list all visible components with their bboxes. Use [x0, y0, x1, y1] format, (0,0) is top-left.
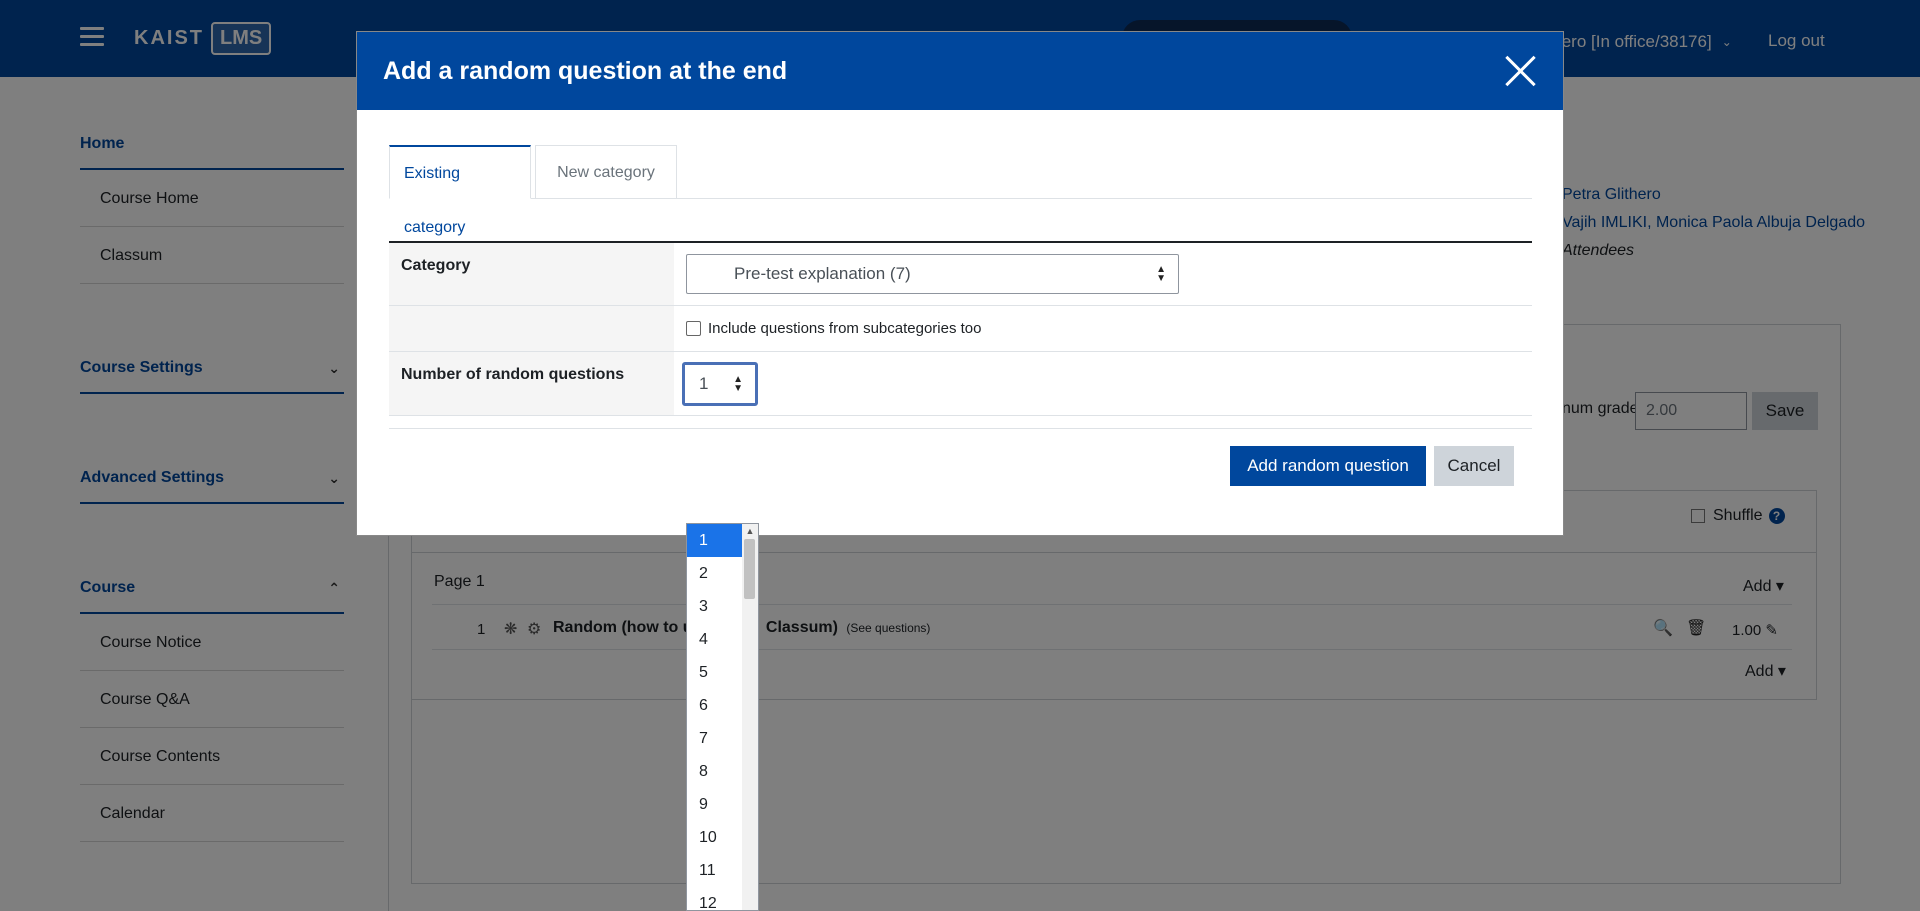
dropdown-option[interactable]: 6: [687, 689, 742, 722]
category-row: Category Pre-test explanation (7) ▲ ▼: [389, 243, 1532, 306]
subcategories-row: Include questions from subcategories too: [389, 306, 1532, 352]
dropdown-option[interactable]: 11: [687, 854, 742, 887]
dropdown-option[interactable]: 4: [687, 623, 742, 656]
random-question-dialog: Add a random question at the end Existin…: [356, 31, 1564, 536]
include-subcategories-option[interactable]: Include questions from subcategories too: [686, 320, 982, 337]
dropdown-scrollbar[interactable]: ▲: [742, 524, 758, 910]
category-tabs: Existing category New category: [389, 145, 1532, 236]
close-icon[interactable]: [1503, 54, 1537, 88]
dropdown-option[interactable]: 12: [687, 887, 742, 910]
dropdown-option[interactable]: 8: [687, 755, 742, 788]
empty-label: [389, 306, 674, 351]
include-subcategories-checkbox[interactable]: [686, 321, 701, 336]
select-arrows-icon: ▲ ▼: [1156, 264, 1166, 284]
number-dropdown-list: 1 2 3 4 5 6 7 8 9 10 11 12 ▲: [686, 523, 759, 911]
number-row: Number of random questions 1 ▲ ▼: [389, 352, 1532, 416]
random-question-form: Category Pre-test explanation (7) ▲ ▼ Inc…: [389, 241, 1532, 416]
form-divider: [389, 428, 1532, 429]
tab-new-category[interactable]: New category: [535, 145, 677, 199]
number-select[interactable]: 1 ▲ ▼: [682, 361, 758, 406]
number-label: Number of random questions: [389, 352, 674, 415]
include-subcategories-label: Include questions from subcategories too: [708, 320, 982, 337]
dropdown-option[interactable]: 2: [687, 557, 742, 590]
dialog-header: Add a random question at the end: [357, 32, 1563, 110]
scroll-up-icon[interactable]: ▲: [742, 524, 758, 538]
dropdown-option[interactable]: 7: [687, 722, 742, 755]
dropdown-option[interactable]: 9: [687, 788, 742, 821]
select-arrows-icon: ▲ ▼: [733, 373, 743, 394]
dropdown-option[interactable]: 5: [687, 656, 742, 689]
cancel-button[interactable]: Cancel: [1434, 446, 1514, 486]
scroll-thumb[interactable]: [744, 539, 755, 599]
dropdown-option[interactable]: 10: [687, 821, 742, 854]
category-label: Category: [389, 243, 674, 305]
dialog-title: Add a random question at the end: [383, 56, 788, 85]
category-select[interactable]: Pre-test explanation (7) ▲ ▼: [686, 254, 1179, 294]
add-random-question-button[interactable]: Add random question: [1230, 446, 1426, 486]
number-value: 1: [699, 373, 709, 393]
dropdown-option[interactable]: 1: [687, 524, 742, 557]
category-value: Pre-test explanation (7): [734, 264, 911, 283]
tab-existing-category[interactable]: Existing category: [389, 145, 531, 236]
dropdown-option[interactable]: 3: [687, 590, 742, 623]
